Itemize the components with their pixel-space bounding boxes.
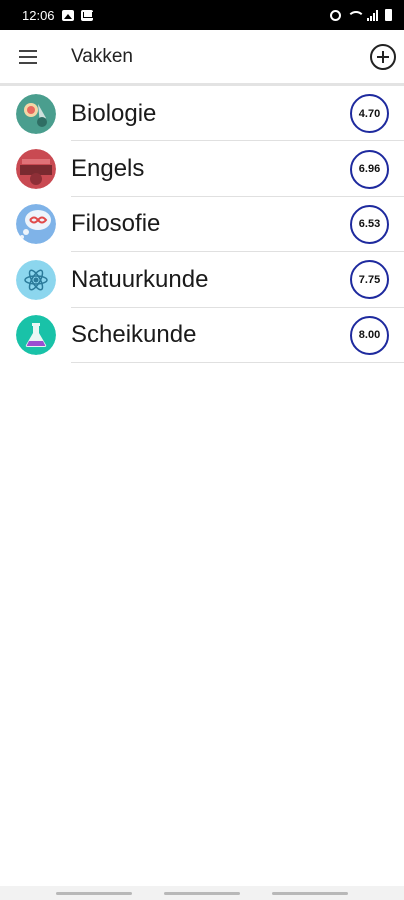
clock: 12:06 bbox=[22, 7, 55, 23]
gesture-navigation-bar[interactable] bbox=[0, 886, 404, 900]
alarm-icon bbox=[330, 9, 341, 21]
hamburger-menu-icon[interactable] bbox=[0, 29, 56, 85]
philosophy-icon bbox=[16, 204, 56, 245]
subject-list: Biologie 4.70 Engels 6.96 Filosofie 6.53… bbox=[0, 86, 404, 364]
grade-badge: 7.75 bbox=[350, 260, 389, 300]
grade-badge: 8.00 bbox=[350, 315, 389, 355]
subject-row-engels[interactable]: Engels 6.96 bbox=[0, 141, 404, 198]
subject-row-natuurkunde[interactable]: Natuurkunde 7.75 bbox=[0, 252, 404, 308]
app-screen: 12:06 Vakken Biologie 4.70 Engels 6.96 F… bbox=[0, 0, 404, 900]
chemistry-icon bbox=[16, 315, 56, 356]
gesture-handle[interactable] bbox=[164, 891, 240, 895]
grade-badge: 6.53 bbox=[350, 204, 389, 244]
physics-icon bbox=[16, 259, 56, 300]
status-bar: 12:06 bbox=[0, 0, 404, 30]
signal-icon bbox=[367, 9, 379, 21]
subject-row-scheikunde[interactable]: Scheikunde 8.00 bbox=[0, 308, 404, 364]
subject-row-filosofie[interactable]: Filosofie 6.53 bbox=[0, 197, 404, 253]
biology-icon bbox=[16, 93, 56, 134]
subject-name: Natuurkunde bbox=[71, 265, 209, 293]
english-icon bbox=[16, 149, 56, 190]
status-left: 12:06 bbox=[22, 8, 93, 23]
image-icon bbox=[61, 9, 74, 21]
battery-icon bbox=[385, 9, 392, 21]
subject-name: Biologie bbox=[71, 99, 157, 127]
subject-name: Engels bbox=[71, 155, 145, 183]
subject-name: Filosofie bbox=[71, 210, 161, 238]
grade-badge: 4.70 bbox=[350, 94, 389, 134]
page-title: Vakken bbox=[71, 45, 133, 67]
grade-badge: 6.96 bbox=[350, 149, 389, 189]
gesture-handle[interactable] bbox=[56, 891, 132, 895]
add-circle-icon[interactable] bbox=[370, 44, 396, 70]
app-bar: Vakken bbox=[0, 30, 404, 86]
gesture-handle[interactable] bbox=[272, 891, 348, 895]
subject-row-biologie[interactable]: Biologie 4.70 bbox=[0, 86, 404, 142]
status-right bbox=[330, 9, 392, 21]
mail-icon bbox=[80, 9, 93, 21]
wifi-icon bbox=[347, 10, 365, 21]
subject-name: Scheikunde bbox=[71, 321, 197, 349]
